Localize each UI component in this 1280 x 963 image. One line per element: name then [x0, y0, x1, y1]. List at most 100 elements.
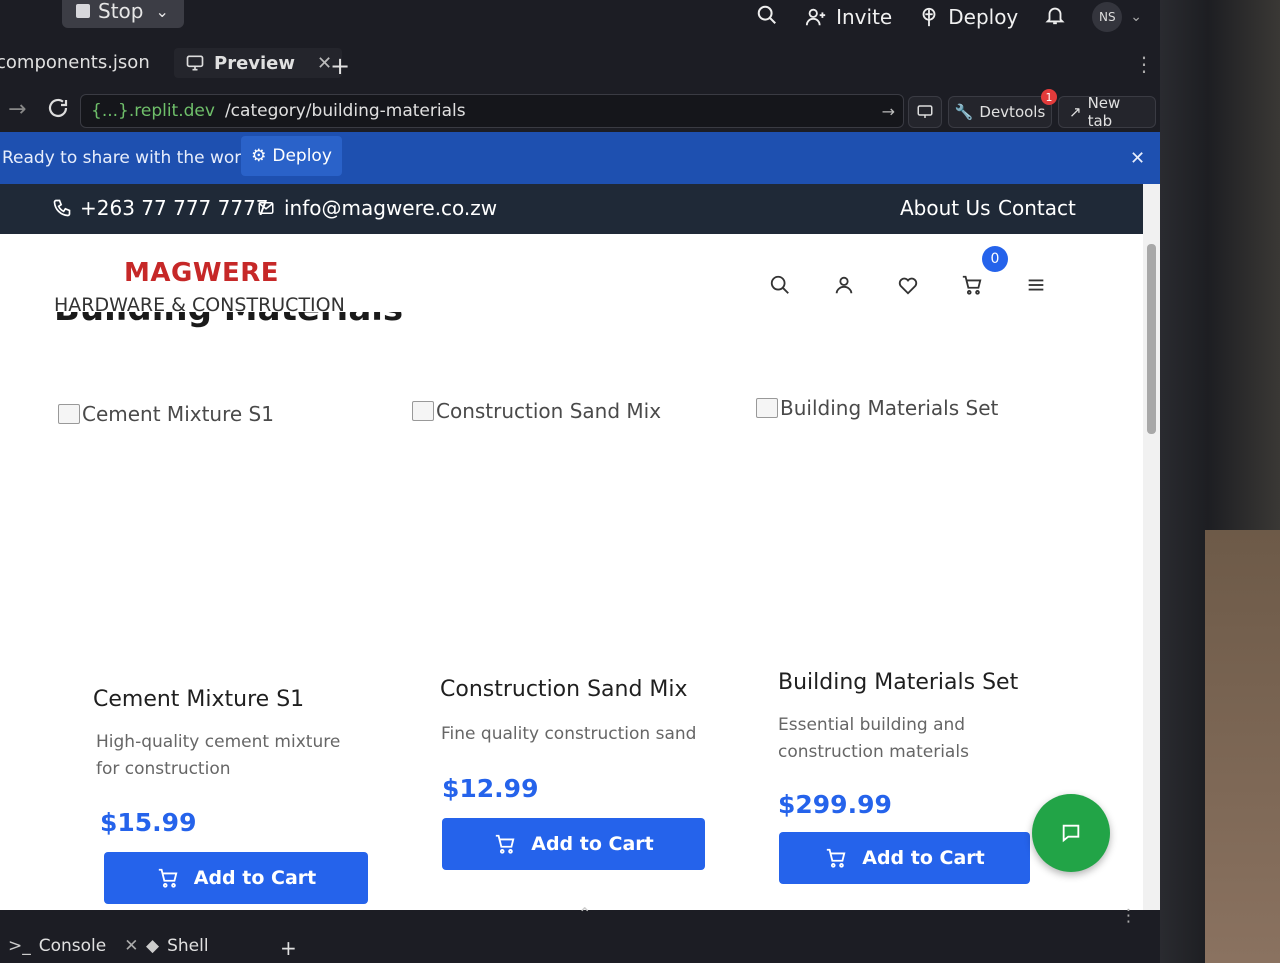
broken-image-icon	[756, 398, 778, 418]
more-options-icon[interactable]: ⋮	[1120, 906, 1137, 926]
tab-label: Console	[38, 936, 107, 956]
mail-icon	[258, 202, 274, 214]
broken-image-icon	[58, 404, 80, 424]
devtools-label: Devtools	[979, 103, 1046, 121]
heart-icon[interactable]	[893, 270, 923, 300]
product-price: $15.99	[100, 808, 197, 837]
deploy-button[interactable]: Deploy	[918, 5, 1018, 29]
preview-scrollbar[interactable]	[1143, 184, 1160, 910]
stop-icon	[76, 4, 90, 18]
product-price: $12.99	[442, 774, 539, 803]
banner-text: Ready to share with the world?	[2, 148, 266, 168]
button-label: Add to Cart	[531, 833, 654, 855]
go-arrow-icon[interactable]: →	[882, 102, 895, 121]
url-path: /category/building-materials	[224, 101, 466, 121]
add-to-cart-button[interactable]: Add to Cart	[779, 832, 1030, 884]
back-arrow-icon[interactable]: →	[8, 97, 26, 122]
tab-preview[interactable]: Preview ✕	[174, 48, 343, 78]
monitor-icon	[917, 105, 933, 118]
wrench-icon: 🔧	[954, 103, 974, 121]
tab-console[interactable]: >_ Console ✕	[8, 936, 139, 956]
url-domain: {...}.replit.dev	[91, 101, 215, 121]
bell-icon[interactable]	[1044, 3, 1066, 32]
button-label: Add to Cart	[862, 847, 985, 869]
avatar: NS	[1092, 2, 1123, 32]
cart-icon[interactable]	[957, 270, 987, 300]
new-tab-button[interactable]: ↗ New tab	[1058, 94, 1156, 130]
add-to-cart-button[interactable]: Add to Cart	[442, 818, 705, 870]
url-input[interactable]: {...}.replit.dev /category/building-mate…	[80, 94, 904, 128]
search-icon[interactable]	[756, 4, 778, 31]
nav-about-us[interactable]: About Us	[900, 196, 991, 220]
image-alt-text: Building Materials Set	[780, 396, 999, 420]
product-name[interactable]: Building Materials Set	[778, 670, 1018, 695]
new-tab-plus-icon[interactable]: +	[330, 52, 350, 80]
image-alt-text: Construction Sand Mix	[436, 399, 662, 423]
product-image-broken[interactable]: Cement Mixture S1	[58, 402, 274, 426]
bottom-panel-tabs: ⌃ ⋮ >_ Console ✕ ◆ Shell +	[0, 904, 1160, 963]
product-name[interactable]: Construction Sand Mix	[440, 677, 688, 702]
product-image-broken[interactable]: Construction Sand Mix	[412, 399, 661, 423]
brand-name[interactable]: MAGWERE	[124, 258, 279, 288]
button-label: Add to Cart	[193, 867, 317, 889]
close-icon[interactable]: ✕	[124, 936, 138, 956]
product-image-broken[interactable]: Building Materials Set	[756, 396, 998, 420]
email-contact[interactable]: info@magwere.co.zw	[256, 196, 497, 220]
add-to-cart-button[interactable]: Add to Cart	[104, 852, 368, 904]
deploy-icon	[922, 7, 936, 27]
banner-deploy-button[interactable]: ⚙ Deploy	[241, 136, 342, 176]
user-icon[interactable]	[829, 270, 859, 300]
header-icons	[765, 270, 1055, 300]
invite-button[interactable]: Invite	[804, 5, 892, 29]
stop-label: Stop	[98, 0, 144, 23]
more-options-icon[interactable]: ⋮	[1134, 52, 1154, 76]
scrollbar-thumb[interactable]	[1147, 244, 1156, 434]
chevron-up-icon[interactable]: ⌃	[578, 904, 591, 923]
chevron-down-icon: ⌄	[1130, 9, 1142, 25]
page-title: Building Materials	[54, 312, 403, 342]
add-tab-plus-icon[interactable]: +	[280, 936, 297, 960]
product-price: $299.99	[778, 790, 892, 819]
email-address: info@magwere.co.zw	[284, 196, 498, 220]
website-preview: +263 77 777 7777 info@magwere.co.zw Abou…	[0, 184, 1143, 910]
product-description: Essential building and construction mate…	[778, 715, 969, 762]
deploy-icon: ⚙	[251, 146, 267, 166]
phone-icon	[53, 199, 71, 217]
add-user-icon	[806, 8, 826, 26]
background-desk	[1205, 530, 1280, 963]
reload-icon[interactable]	[46, 96, 70, 124]
preview-toolbar: → {...}.replit.dev /category/building-ma…	[0, 88, 1160, 132]
search-icon[interactable]	[765, 270, 795, 300]
menu-icon[interactable]	[1021, 270, 1051, 300]
cart-count-badge: 0	[982, 246, 1008, 272]
devtools-error-badge: 1	[1041, 89, 1057, 105]
product-description: Fine quality construction sand	[441, 724, 697, 744]
cart-icon	[158, 868, 178, 888]
account-menu[interactable]: NS ⌄	[1092, 2, 1142, 32]
tab-label: components.json	[0, 52, 150, 73]
image-alt-text: Cement Mixture S1	[82, 402, 274, 426]
phone-number: +263 77 777 7777	[80, 196, 269, 220]
chat-button[interactable]	[1032, 794, 1110, 872]
close-icon[interactable]: ✕	[1130, 148, 1145, 169]
chevron-down-icon[interactable]: ⌄	[155, 2, 168, 21]
terminal-icon: >_	[8, 936, 31, 956]
devtools-button[interactable]: 🔧 Devtools 1	[948, 89, 1057, 128]
stop-button[interactable]: Stop ⌄	[62, 0, 184, 28]
tab-shell[interactable]: ◆ Shell	[146, 936, 209, 956]
phone-contact[interactable]: +263 77 777 7777	[52, 196, 269, 220]
cart-icon	[827, 848, 846, 868]
chat-icon	[1062, 824, 1080, 843]
nav-contact[interactable]: Contact	[998, 196, 1076, 220]
banner-deploy-label: Deploy	[272, 146, 332, 166]
deploy-label: Deploy	[948, 5, 1019, 29]
screen-toggle-button[interactable]	[908, 96, 942, 128]
product-name[interactable]: Cement Mixture S1	[93, 687, 304, 712]
site-topbar: +263 77 777 7777 info@magwere.co.zw Abou…	[0, 184, 1143, 234]
monitor-icon	[186, 55, 204, 71]
workspace-header: Stop ⌄ Invite Deploy NS ⌄	[0, 0, 1160, 42]
tab-components-json[interactable]: components.json	[0, 52, 150, 73]
shell-icon: ◆	[146, 936, 160, 956]
editor-tabs: components.json Preview ✕ + ⋮	[0, 42, 1160, 88]
invite-label: Invite	[836, 5, 893, 29]
